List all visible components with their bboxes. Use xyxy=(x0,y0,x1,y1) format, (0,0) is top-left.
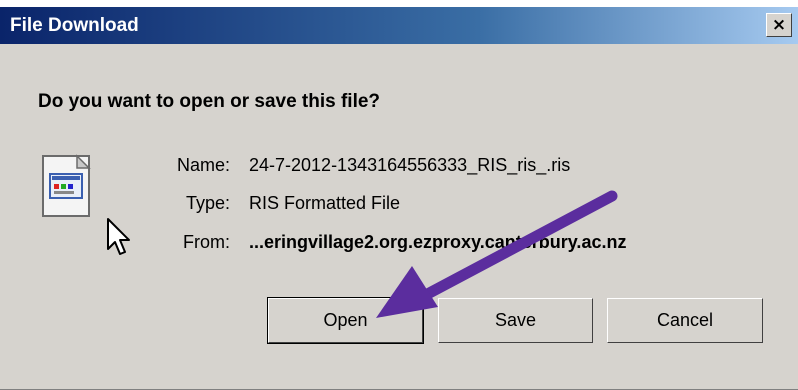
save-button[interactable]: Save xyxy=(438,298,593,343)
close-icon: × xyxy=(771,14,787,35)
file-download-dialog: File Download × Do you want to open or s… xyxy=(0,7,798,390)
dialog-question: Do you want to open or save this file? xyxy=(38,91,381,112)
close-button[interactable]: × xyxy=(766,13,792,37)
mouse-cursor-icon xyxy=(107,218,130,255)
from-label: From: xyxy=(183,232,230,252)
type-value: RIS Formatted File xyxy=(249,193,401,213)
title-bar[interactable]: File Download × xyxy=(0,7,798,44)
open-button[interactable]: Open xyxy=(267,297,424,344)
from-value: ...eringvillage2.org.ezproxy.canterbury.… xyxy=(249,232,627,252)
name-label: Name: xyxy=(176,155,230,175)
cancel-button[interactable]: Cancel xyxy=(607,298,763,343)
dialog-title: File Download xyxy=(10,15,139,36)
name-value: 24-7-2012-1343164556333_RIS_ris_.ris xyxy=(249,155,571,175)
file-document-icon xyxy=(42,154,91,217)
type-label: Type: xyxy=(185,193,230,213)
